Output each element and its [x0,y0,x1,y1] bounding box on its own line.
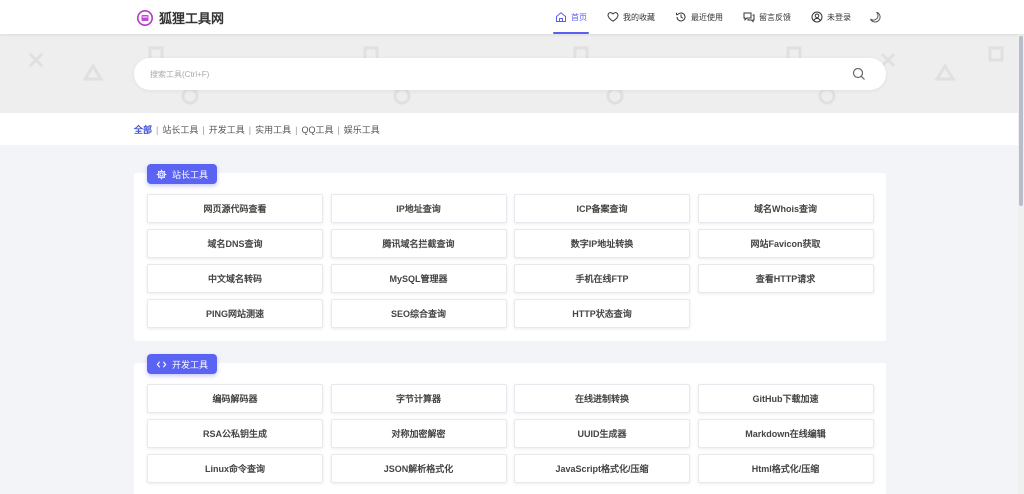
nav-login-label: 未登录 [827,12,851,22]
nav-favorites-label: 我的收藏 [623,12,655,22]
main-nav: 首页 我的收藏 最近使用 留言反馈 未登录 [553,0,869,34]
tool-button[interactable]: 数字IP地址转换 [514,229,690,258]
tool-button[interactable]: PING网站测速 [147,299,323,328]
search-icon[interactable] [851,66,867,82]
category-tab[interactable]: QQ工具 [301,123,333,136]
hero-banner [0,34,1024,113]
section-webmaster-tools: 站长工具 网页源代码查看 IP地址查询 ICP备案查询 域名Whois查询域名DNS查… [134,164,886,341]
tool-button[interactable]: HTTP状态查询 [514,299,690,328]
fox-logo-icon [137,9,153,26]
tool-button[interactable]: 对称加密解密 [330,419,507,448]
tool-button[interactable]: 域名DNS查询 [147,229,323,258]
tool-button[interactable]: Markdown在线编辑 [697,419,874,448]
category-separator: | [156,124,159,135]
category-tab[interactable]: 实用工具 [255,123,291,136]
section-title-badge: 开发工具 [147,354,218,374]
site-logo[interactable]: 狐狸工具网 [137,8,224,27]
top-header: 狐狸工具网 首页 我的收藏 最近使用 留言反馈 未登录 [0,0,1024,34]
scrollbar-thumb[interactable] [1019,36,1023,206]
nav-home[interactable]: 首页 [553,0,589,34]
tool-button[interactable]: 查看HTTP请求 [697,264,874,293]
category-tab[interactable]: 娱乐工具 [344,123,380,136]
category-bar: 全部 | 站长工具 | 开发工具 | 实用工具 | QQ工具 | 娱乐工具 [0,113,1024,145]
nav-feedback-label: 留言反馈 [759,12,791,22]
tool-button[interactable]: 在线进制转换 [514,384,690,413]
tool-button[interactable]: 中文域名转码 [147,264,323,293]
site-name: 狐狸工具网 [159,11,225,26]
heart-icon [607,12,619,22]
tool-button[interactable]: RSA公私钥生成 [147,419,323,448]
moon-icon[interactable] [869,11,881,23]
nav-favorites[interactable]: 我的收藏 [605,0,657,34]
search-bar [134,58,886,90]
tool-button[interactable]: 字节计算器 [330,384,507,413]
tool-button[interactable]: MySQL管理器 [330,264,507,293]
tool-button[interactable]: 域名Whois查询 [697,194,874,223]
section-dev-tools: 开发工具 编码解码器 字节计算器 在线进制转换 GitHub下载加速 RSA公私钥生成对… [134,354,886,494]
category-separator: | [337,124,340,135]
gear-icon [156,169,167,179]
tool-button[interactable]: Linux命令查询 [147,454,323,483]
tool-button[interactable]: IP地址查询 [330,194,507,223]
tool-button[interactable]: Html格式化/压缩 [697,454,874,483]
category-tab[interactable]: 全部 [134,123,152,136]
tool-button[interactable]: 腾讯域名拦截查询 [330,229,507,258]
code-icon [156,360,167,368]
section-title: 站长工具 [172,169,209,180]
home-icon [556,12,566,22]
tool-button[interactable]: 网页源代码查看 [147,194,323,223]
nav-recent-label: 最近使用 [691,12,723,22]
search-input[interactable] [150,58,840,90]
tool-grid: 编码解码器 字节计算器 在线进制转换 GitHub下载加速 RSA公私钥生成 对称加密解密… [147,384,874,483]
page-scrollbar[interactable] [1018,34,1024,494]
category-separator: | [248,124,252,135]
tool-button[interactable]: ICP备案查询 [514,194,690,223]
category-tab[interactable]: 开发工具 [209,123,245,136]
user-icon [811,11,823,23]
section-title: 开发工具 [172,359,209,370]
tool-button[interactable]: 编码解码器 [147,384,323,413]
tool-button[interactable]: 手机在线FTP [514,264,690,293]
chat-icon [743,12,755,23]
tool-button[interactable]: 网站Favicon获取 [697,229,874,258]
tool-grid: 网页源代码查看 IP地址查询 ICP备案查询 域名Whois查询域名DNS查询 腾讯域名… [147,194,874,328]
section-title-badge: 站长工具 [147,164,218,184]
tool-button[interactable]: JSON解析格式化 [330,454,507,483]
tool-button[interactable]: GitHub下载加速 [697,384,874,413]
tool-button[interactable]: SEO综合查询 [330,299,507,328]
nav-login[interactable]: 未登录 [809,0,853,34]
category-separator: | [202,124,205,135]
nav-home-label: 首页 [571,12,587,22]
nav-feedback[interactable]: 留言反馈 [741,0,793,34]
category-separator: | [295,124,298,135]
history-icon [676,12,686,22]
tool-button[interactable]: UUID生成器 [514,419,690,448]
category-tab[interactable]: 站长工具 [162,123,198,136]
nav-recent[interactable]: 最近使用 [673,0,725,34]
category-tabs: 全部 | 站长工具 | 开发工具 | 实用工具 | QQ工具 | 娱乐工具 [134,123,380,136]
tool-button[interactable]: JavaScript格式化/压缩 [514,454,690,483]
